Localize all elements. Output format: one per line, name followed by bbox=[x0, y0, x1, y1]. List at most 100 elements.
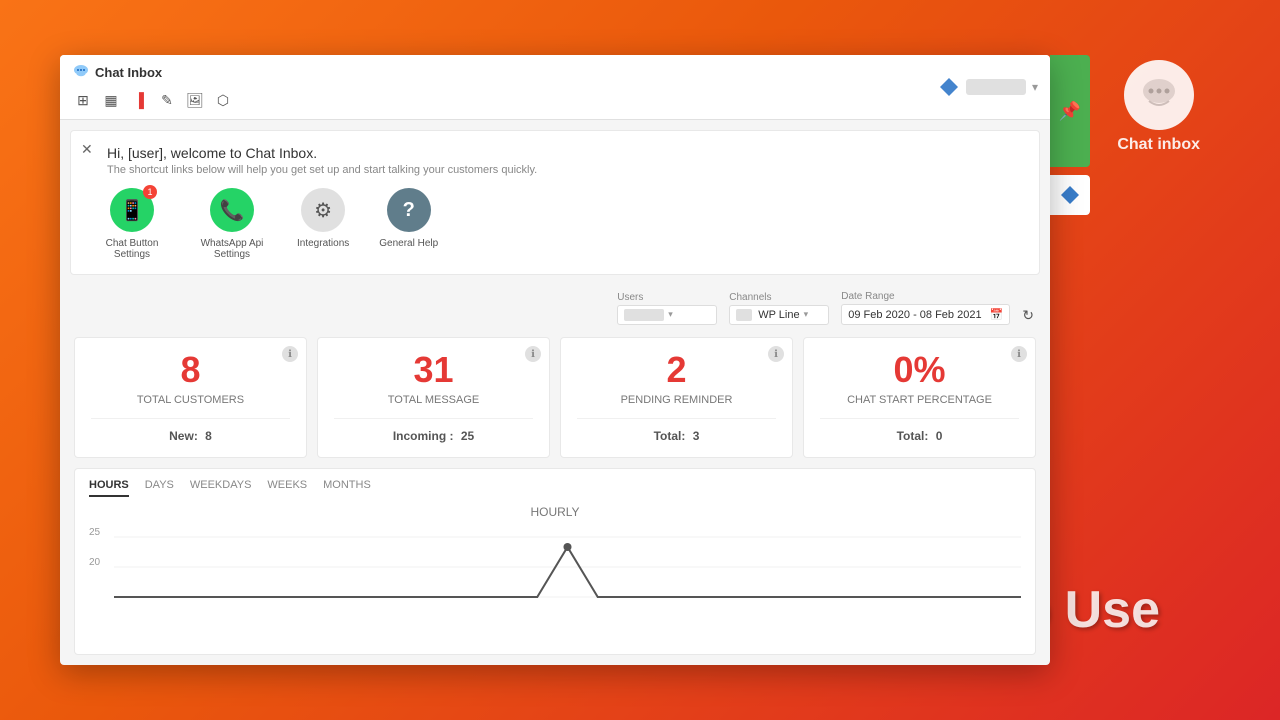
brand-logo-icon bbox=[1124, 60, 1194, 130]
stat-sub-value-message: 25 bbox=[461, 429, 474, 443]
nav-icons: ⊞ ▦ ▐ ✎ 🖼 ⬡ bbox=[72, 89, 234, 111]
tab-weeks[interactable]: WEEKS bbox=[267, 479, 307, 497]
stat-sub-chat-start: Total: 0 bbox=[897, 429, 943, 443]
tab-weekdays[interactable]: WEEKDAYS bbox=[190, 479, 252, 497]
app-logo-icon bbox=[72, 63, 90, 81]
topbar: Chat Inbox ⊞ ▦ ▐ ✎ 🖼 ⬡ ▾ bbox=[60, 55, 1050, 120]
chart-container: 25 20 bbox=[89, 527, 1021, 607]
brand-logo-right: Chat inbox bbox=[1117, 60, 1200, 154]
refresh-button[interactable]: ↻ bbox=[1022, 307, 1034, 324]
users-filter-select[interactable]: ▾ bbox=[617, 305, 717, 325]
welcome-close-button[interactable]: ✕ bbox=[81, 141, 93, 158]
stat-info-icon-1[interactable]: ℹ bbox=[282, 346, 298, 362]
stat-sub-message: Incoming : 25 bbox=[393, 429, 474, 443]
image-nav-icon[interactable]: 🖼 bbox=[184, 89, 206, 111]
stat-sub-value-chat-start: 0 bbox=[936, 429, 943, 443]
stat-info-icon-4[interactable]: ℹ bbox=[1011, 346, 1027, 362]
welcome-banner: ✕ Hi, [user], welcome to Chat Inbox. The… bbox=[70, 130, 1040, 275]
channels-filter-select[interactable]: WP Line ▾ bbox=[729, 305, 829, 325]
calendar-icon: 📅 bbox=[990, 308, 1004, 321]
topbar-dropdown-icon[interactable]: ▾ bbox=[1032, 80, 1038, 94]
controls-bar: Users ▾ Channels WP Line ▾ Date Range 09… bbox=[60, 285, 1050, 331]
stat-card-chat-start: ℹ 0% CHAT START PERCENTAGE Total: 0 bbox=[803, 337, 1036, 458]
green-sidebar-panel: 📌 bbox=[1050, 55, 1090, 167]
stat-divider-4 bbox=[820, 418, 1019, 419]
app-title-text: Chat Inbox bbox=[95, 65, 162, 80]
tab-hours[interactable]: HOURS bbox=[89, 479, 129, 497]
channels-filter: Channels WP Line ▾ bbox=[729, 292, 829, 325]
stat-value-chat-start: 0% bbox=[893, 352, 945, 388]
stat-info-icon-3[interactable]: ℹ bbox=[768, 346, 784, 362]
chart-area: HOURS DAYS WEEKDAYS WEEKS MONTHS HOURLY … bbox=[74, 468, 1036, 655]
stats-row: ℹ 8 TOTAL CUSTOMERS New: 8 ℹ 31 TOTAL ME… bbox=[60, 331, 1050, 464]
tab-months[interactable]: MONTHS bbox=[323, 479, 371, 497]
whatsapp-icon-2: 📞 bbox=[210, 188, 254, 232]
chart-line-area bbox=[114, 527, 1021, 607]
date-range-value: 09 Feb 2020 - 08 Feb 2021 bbox=[848, 309, 981, 321]
users-chevron-icon: ▾ bbox=[668, 309, 673, 320]
date-range-select[interactable]: 09 Feb 2020 - 08 Feb 2021 📅 bbox=[841, 304, 1010, 325]
welcome-actions: 📱 1 Chat Button Settings 📞 WhatsApp Api … bbox=[87, 188, 1023, 260]
stat-label-customers: TOTAL CUSTOMERS bbox=[137, 394, 244, 406]
action-label-3: Integrations bbox=[297, 238, 349, 249]
stat-value-reminder: 2 bbox=[666, 352, 686, 388]
action-label-2: WhatsApp Api Settings bbox=[197, 238, 267, 260]
stat-label-message: TOTAL MESSAGE bbox=[388, 394, 480, 406]
stat-divider-2 bbox=[334, 418, 533, 419]
chart-y-label-25: 25 bbox=[89, 527, 100, 538]
main-window: Chat Inbox ⊞ ▦ ▐ ✎ 🖼 ⬡ ▾ ✕ Hi, [user bbox=[60, 55, 1050, 665]
app-title-area: Chat Inbox ⊞ ▦ ▐ ✎ 🖼 ⬡ bbox=[72, 63, 234, 111]
chart-nav-icon[interactable]: ▐ bbox=[128, 89, 150, 111]
gear-icon: ⚙ bbox=[301, 188, 345, 232]
whatsapp-icon-1: 📱 1 bbox=[110, 188, 154, 232]
action-general-help[interactable]: ? General Help bbox=[379, 188, 438, 260]
users-filter-label: Users bbox=[617, 292, 717, 303]
action-badge-1: 1 bbox=[143, 185, 157, 199]
welcome-title: Hi, [user], welcome to Chat Inbox. bbox=[107, 145, 1023, 161]
stat-sub-customers: New: 8 bbox=[169, 429, 212, 443]
stat-card-pending-reminder: ℹ 2 PENDING REMINDER Total: 3 bbox=[560, 337, 793, 458]
stat-sub-label-customers: New: bbox=[169, 429, 198, 443]
edit-nav-icon[interactable]: ✎ bbox=[156, 89, 178, 111]
chart-title: HOURLY bbox=[89, 505, 1021, 519]
stat-sub-value-customers: 8 bbox=[205, 429, 212, 443]
grid-nav-icon[interactable]: ⊞ bbox=[72, 89, 94, 111]
stat-card-total-customers: ℹ 8 TOTAL CUSTOMERS New: 8 bbox=[74, 337, 307, 458]
chart-y-label-20: 20 bbox=[89, 557, 100, 568]
topbar-right: ▾ bbox=[938, 76, 1038, 98]
tab-days[interactable]: DAYS bbox=[145, 479, 174, 497]
stat-sub-value-reminder: 3 bbox=[693, 429, 700, 443]
stat-label-reminder: PENDING REMINDER bbox=[621, 394, 733, 406]
action-chat-button-settings[interactable]: 📱 1 Chat Button Settings bbox=[97, 188, 167, 260]
date-range-label: Date Range bbox=[841, 291, 1010, 302]
question-icon: ? bbox=[387, 188, 431, 232]
action-integrations[interactable]: ⚙ Integrations bbox=[297, 188, 349, 260]
stat-divider-1 bbox=[91, 418, 290, 419]
box-nav-icon[interactable]: ⬡ bbox=[212, 89, 234, 111]
diamond-icon-topbar bbox=[938, 76, 960, 98]
action-label-4: General Help bbox=[379, 238, 438, 249]
stat-divider-3 bbox=[577, 418, 776, 419]
pin-icon: 📌 bbox=[1059, 101, 1081, 122]
channels-filter-label: Channels bbox=[729, 292, 829, 303]
welcome-subtitle: The shortcut links below will help you g… bbox=[107, 164, 1023, 176]
user-avatar-bar bbox=[966, 79, 1026, 95]
action-label-1: Chat Button Settings bbox=[97, 238, 167, 260]
stat-sub-reminder: Total: 3 bbox=[654, 429, 700, 443]
stat-sub-label-message: Incoming : bbox=[393, 429, 454, 443]
stat-sub-label-chat-start: Total: bbox=[897, 429, 929, 443]
stat-value-customers: 8 bbox=[180, 352, 200, 388]
channel-icon-placeholder bbox=[736, 309, 752, 321]
diamond-sidebar-icon[interactable] bbox=[1050, 175, 1090, 215]
chart-tabs: HOURS DAYS WEEKDAYS WEEKS MONTHS bbox=[89, 479, 1021, 497]
dashboard-nav-icon[interactable]: ▦ bbox=[100, 89, 122, 111]
stat-sub-label-reminder: Total: bbox=[654, 429, 686, 443]
stat-label-chat-start: CHAT START PERCENTAGE bbox=[847, 394, 992, 406]
stat-info-icon-2[interactable]: ℹ bbox=[525, 346, 541, 362]
users-filter: Users ▾ bbox=[617, 292, 717, 325]
channels-chevron-icon: ▾ bbox=[804, 309, 809, 320]
date-range-filter: Date Range 09 Feb 2020 - 08 Feb 2021 📅 bbox=[841, 291, 1010, 325]
brand-logo-text: Chat inbox bbox=[1117, 136, 1200, 154]
action-whatsapp-api[interactable]: 📞 WhatsApp Api Settings bbox=[197, 188, 267, 260]
topbar-left: Chat Inbox ⊞ ▦ ▐ ✎ 🖼 ⬡ bbox=[72, 63, 234, 111]
